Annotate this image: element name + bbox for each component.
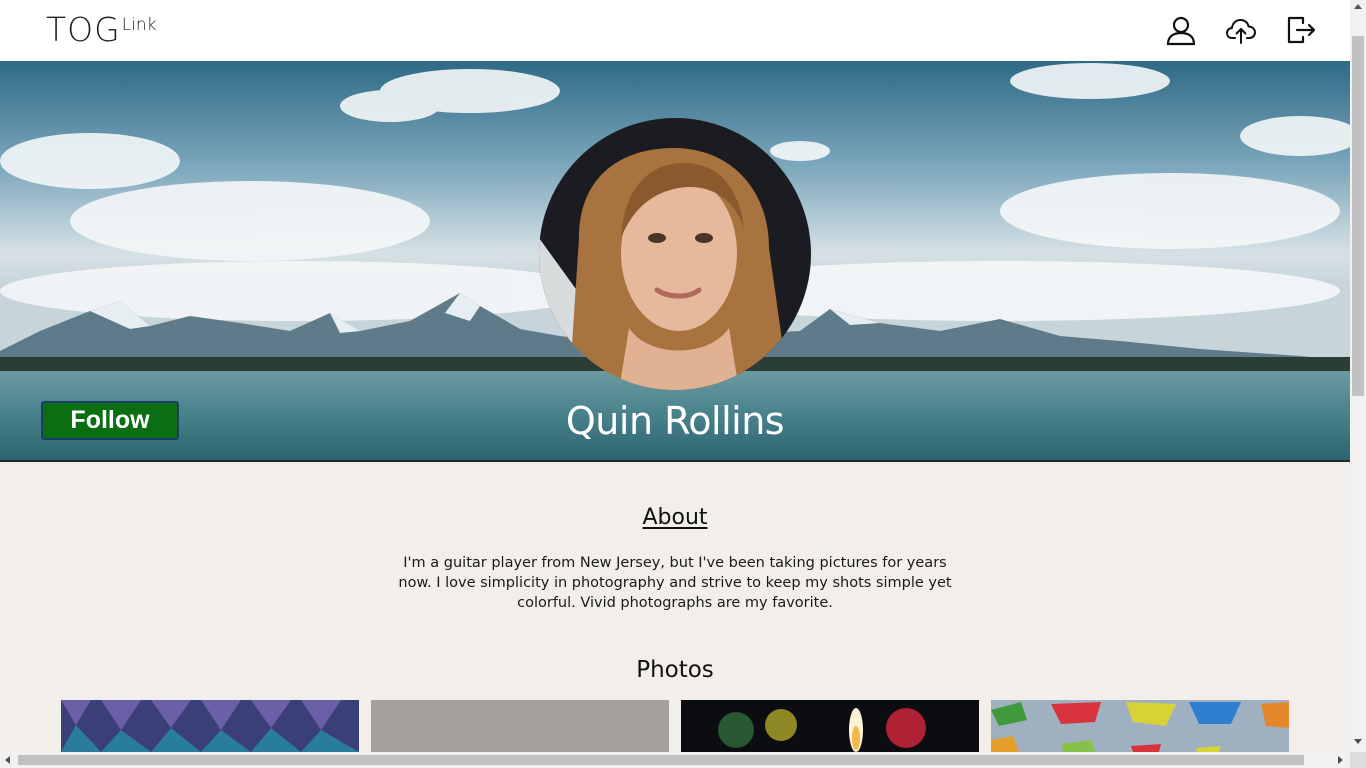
- scrollbar-corner: [1350, 752, 1366, 768]
- horizontal-scrollbar[interactable]: [0, 752, 1350, 768]
- photo-thumbnail-candle[interactable]: [681, 700, 979, 752]
- follow-button[interactable]: Follow: [41, 401, 179, 440]
- logo-main-text: TOG: [46, 10, 121, 49]
- scroll-up-arrow-icon[interactable]: [1354, 4, 1362, 9]
- photo-thumbnail-grey[interactable]: [371, 700, 669, 752]
- profile-name: Quin Rollins: [565, 399, 785, 443]
- user-icon[interactable]: [1165, 14, 1197, 46]
- horizontal-scroll-thumb[interactable]: [18, 755, 1304, 765]
- scroll-left-arrow-icon[interactable]: [5, 756, 10, 764]
- about-text: I'm a guitar player from New Jersey, but…: [398, 555, 952, 611]
- toglink-logo[interactable]: TOG Link: [46, 12, 157, 48]
- scroll-right-arrow-icon[interactable]: [1338, 756, 1343, 764]
- vertical-scroll-thumb[interactable]: [1352, 36, 1364, 396]
- photo-thumbnail-umbrellas[interactable]: [991, 700, 1289, 752]
- cloud-upload-icon[interactable]: [1225, 14, 1257, 46]
- photos-heading: Photos: [636, 657, 714, 683]
- scroll-down-arrow-icon[interactable]: [1354, 739, 1362, 744]
- logout-icon[interactable]: [1285, 14, 1317, 46]
- cover-bottom-border: [0, 460, 1350, 462]
- photo-thumbnail-geometric[interactable]: [61, 700, 359, 752]
- logo-sup-text: Link: [121, 15, 157, 35]
- profile-avatar: [539, 118, 811, 390]
- top-navigation-bar: TOG Link: [0, 0, 1350, 61]
- vertical-scrollbar[interactable]: [1350, 0, 1366, 768]
- about-heading: About: [642, 505, 708, 530]
